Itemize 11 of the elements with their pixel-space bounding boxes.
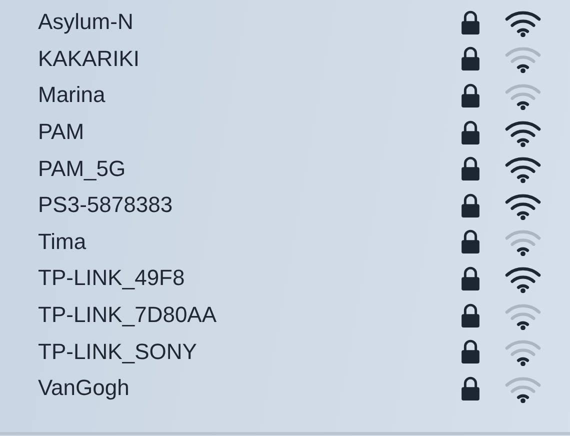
network-name[interactable]: Asylum-N xyxy=(38,9,461,36)
network-name[interactable]: KAKARIKI xyxy=(38,46,461,72)
network-name[interactable]: Tima xyxy=(38,228,461,255)
network-name[interactable]: PS3-5878383 xyxy=(38,192,461,218)
network-name[interactable]: Marina xyxy=(38,82,461,108)
network-name[interactable]: PAM xyxy=(38,119,461,146)
network-name[interactable]: PAM_5G xyxy=(38,156,461,182)
network-name[interactable]: VanGogh xyxy=(38,375,461,402)
network-name[interactable]: TP-LINK_SONY xyxy=(38,338,461,365)
network-name[interactable]: TP-LINK_49F8 xyxy=(38,265,461,292)
network-name[interactable]: TP-LINK_7D80AA xyxy=(38,302,461,328)
